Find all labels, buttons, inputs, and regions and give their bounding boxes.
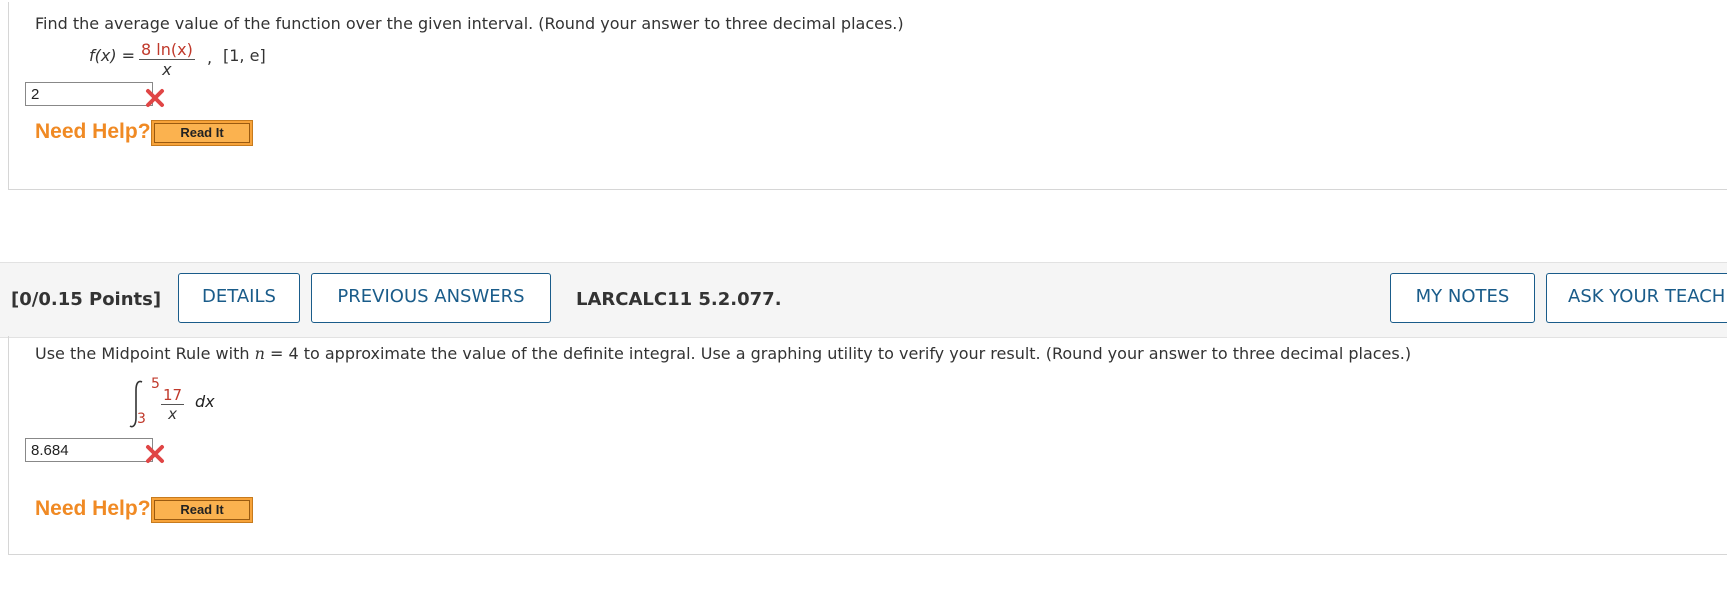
need-help-label: Need Help?: [35, 120, 151, 143]
points-label: [0/0.15 Points]: [11, 289, 162, 310]
answer-input-1[interactable]: [25, 82, 153, 106]
read-it-label: Read It: [154, 500, 250, 520]
question-2-card: Use the Midpoint Rule with n = 4 to appr…: [8, 336, 1727, 555]
previous-answers-button[interactable]: PREVIOUS ANSWERS: [311, 273, 551, 323]
incorrect-x-icon: [146, 445, 164, 463]
interval: [1, e]: [223, 46, 266, 65]
function-numerator: 8 ln(x): [139, 40, 195, 60]
integrand-fraction: 17 x: [161, 386, 185, 423]
upper-limit: 5: [151, 376, 160, 392]
need-help-label: Need Help?: [35, 497, 151, 520]
integrand-numerator: 17: [161, 386, 185, 405]
problem-code: LARCALC11 5.2.077.: [576, 289, 782, 310]
incorrect-x-icon: [146, 89, 164, 107]
function-comma: ,: [207, 48, 213, 67]
answer-input-2[interactable]: [25, 438, 153, 462]
lower-limit: 3: [137, 411, 146, 427]
question-2-prompt: Use the Midpoint Rule with n = 4 to appr…: [35, 344, 1412, 363]
question-1-prompt: Find the average value of the function o…: [35, 14, 904, 33]
question-1-card: Find the average value of the function o…: [8, 2, 1727, 190]
function-lhs: f(x) =: [89, 46, 136, 65]
differential: dx: [195, 392, 215, 411]
read-it-button[interactable]: Read It: [151, 120, 253, 146]
read-it-button[interactable]: Read It: [151, 497, 253, 523]
my-notes-button[interactable]: MY NOTES: [1390, 273, 1535, 323]
integrand-denominator: x: [168, 405, 177, 423]
question-2-header: [0/0.15 Points] DETAILS PREVIOUS ANSWERS…: [0, 262, 1727, 338]
details-button[interactable]: DETAILS: [178, 273, 300, 323]
function-fraction: 8 ln(x) x: [139, 40, 195, 79]
function-denominator: x: [162, 60, 172, 79]
ask-teacher-button[interactable]: ASK YOUR TEACH: [1546, 273, 1727, 323]
read-it-label: Read It: [154, 123, 250, 143]
